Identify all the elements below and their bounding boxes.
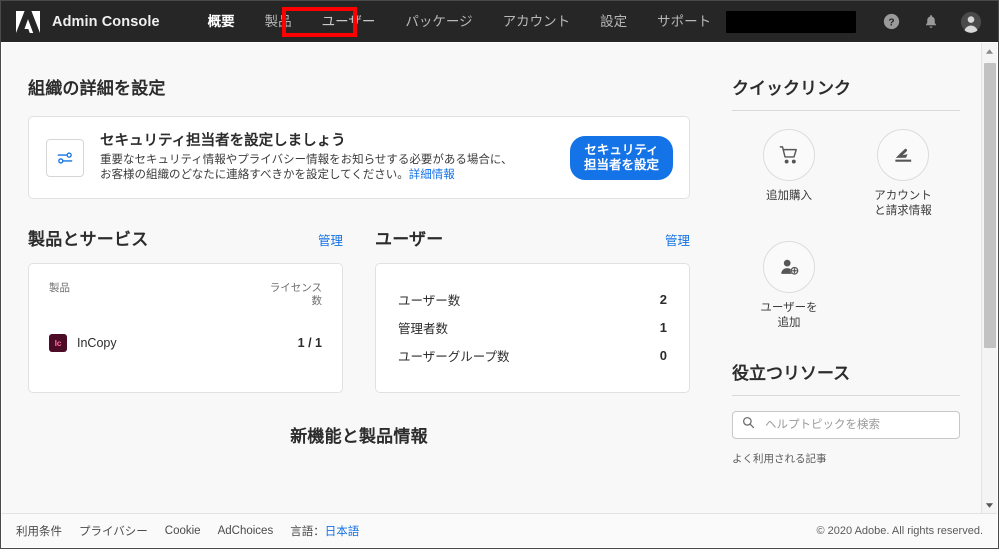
user-avatar-icon[interactable] bbox=[960, 11, 982, 33]
top-bar-icons: ? bbox=[880, 11, 982, 33]
list-item: ユーザーグループ数 0 bbox=[398, 341, 667, 369]
nav-item-account[interactable]: アカウント bbox=[488, 1, 586, 42]
resources-divider bbox=[732, 395, 960, 396]
news-heading: 新機能と製品情報 bbox=[290, 427, 428, 446]
footer-link-adchoices[interactable]: AdChoices bbox=[218, 525, 274, 537]
nav-item-support[interactable]: サポート bbox=[642, 1, 726, 42]
top-navigation-bar: Admin Console 概要 製品 ユーザー パッケージ アカウント 設定 … bbox=[1, 1, 998, 42]
security-card-body: 重要なセキュリティ情報やプライバシー情報をお知らせする必要がある場合に、 お客様… bbox=[100, 153, 556, 184]
users-manage-link[interactable]: 管理 bbox=[665, 230, 690, 249]
search-input[interactable] bbox=[763, 418, 950, 432]
settings-sliders-icon bbox=[46, 138, 84, 177]
scroll-down-arrow-icon[interactable] bbox=[982, 497, 997, 513]
quicklink-buy-more-label: 追加購入 bbox=[766, 190, 812, 202]
footer-link-cookie[interactable]: Cookie bbox=[165, 525, 201, 537]
user-groups-count-label: ユーザーグループ数 bbox=[398, 349, 510, 364]
quicklink-buy-more[interactable]: 追加購入 bbox=[732, 129, 846, 219]
shopping-cart-icon bbox=[763, 129, 815, 181]
nav-item-users[interactable]: ユーザー bbox=[307, 1, 391, 42]
products-heading: 製品とサービス bbox=[28, 230, 149, 249]
scroll-up-arrow-icon[interactable] bbox=[982, 43, 997, 59]
vertical-scrollbar[interactable] bbox=[981, 43, 997, 513]
products-col-product: 製品 bbox=[49, 282, 70, 294]
main-nav: 概要 製品 ユーザー パッケージ アカウント 設定 サポート bbox=[193, 1, 726, 42]
security-card-body-line1: 重要なセキュリティ情報やプライバシー情報をお知らせする必要がある場合に、 bbox=[100, 153, 513, 166]
setup-security-contact-button[interactable]: セキュリティ 担当者を設定 bbox=[569, 135, 673, 180]
quicklink-account-billing-label: アカウント と請求情報 bbox=[874, 190, 932, 217]
quicklinks-divider bbox=[732, 110, 960, 111]
news-section: 新機能と製品情報 bbox=[28, 422, 690, 447]
footer-link-privacy[interactable]: プライバシー bbox=[79, 523, 148, 539]
users-card: ユーザー数 2 管理者数 1 ユーザーグループ数 0 bbox=[375, 263, 690, 393]
nav-item-products[interactable]: 製品 bbox=[250, 1, 307, 42]
quicklink-account-billing[interactable]: アカウント と請求情報 bbox=[846, 129, 960, 219]
footer-link-terms[interactable]: 利用条件 bbox=[16, 523, 62, 539]
footer-language-value[interactable]: 日本語 bbox=[325, 526, 360, 538]
add-user-icon bbox=[763, 241, 815, 293]
footer-language-selector[interactable]: 言語：日本語 bbox=[290, 523, 359, 539]
scrollbar-thumb[interactable] bbox=[984, 63, 996, 348]
users-count-label: ユーザー数 bbox=[398, 293, 461, 308]
redacted-org-name bbox=[726, 10, 856, 33]
search-icon bbox=[742, 416, 755, 434]
users-section: ユーザー 管理 ユーザー数 2 管理者数 1 ユーザーグループ数 0 bbox=[375, 225, 690, 393]
svg-text:?: ? bbox=[888, 17, 894, 28]
product-name-cell: Ic InCopy bbox=[49, 334, 117, 352]
billing-card-icon bbox=[877, 129, 929, 181]
copyright-text: © 2020 Adobe. All rights reserved. bbox=[816, 524, 983, 537]
incopy-product-icon: Ic bbox=[49, 334, 67, 352]
nav-item-packages[interactable]: パッケージ bbox=[390, 1, 487, 42]
quicklink-add-user[interactable]: ユーザーを 追加 bbox=[732, 241, 846, 331]
page-content: 組織の詳細を設定 セキュリティ担当者を設定しましょう 重要なセキュリティ情報やプ… bbox=[2, 43, 997, 513]
admins-count-label: 管理者数 bbox=[398, 321, 449, 336]
setup-security-button-line1: セキュリティ bbox=[584, 142, 659, 157]
resources-heading: 役立つリソース bbox=[732, 364, 851, 383]
security-card-text: セキュリティ担当者を設定しましょう 重要なセキュリティ情報やプライバシー情報をお… bbox=[100, 132, 556, 184]
users-heading: ユーザー bbox=[375, 230, 444, 249]
footer-language-label: 言語： bbox=[290, 525, 325, 538]
products-col-licenses: ライセンス数 bbox=[269, 282, 322, 307]
page-footer: 利用条件 プライバシー Cookie AdChoices 言語：日本語 © 20… bbox=[2, 513, 997, 547]
product-license-count: 1 / 1 bbox=[297, 336, 322, 350]
org-details-heading: 組織の詳細を設定 bbox=[28, 79, 166, 98]
products-section: 製品とサービス 管理 製品 ライセンス数 Ic InCopy 1 / 1 bbox=[28, 225, 343, 393]
quicklinks-heading: クイックリンク bbox=[732, 79, 851, 98]
product-label: InCopy bbox=[77, 336, 117, 350]
security-contact-card: セキュリティ担当者を設定しましょう 重要なセキュリティ情報やプライバシー情報をお… bbox=[28, 116, 690, 199]
setup-security-button-line2: 担当者を設定 bbox=[583, 157, 659, 172]
footer-links: 利用条件 プライバシー Cookie AdChoices 言語：日本語 bbox=[16, 523, 359, 539]
adobe-logo-icon bbox=[15, 10, 41, 34]
list-item: 管理者数 1 bbox=[398, 313, 667, 341]
security-card-body-line2: お客様の組織のどなたに連絡すべきかを設定してください。 bbox=[100, 169, 409, 181]
learn-more-link[interactable]: 詳細情報 bbox=[409, 169, 455, 181]
main-column: 組織の詳細を設定 セキュリティ担当者を設定しましょう 重要なセキュリティ情報やプ… bbox=[28, 43, 690, 447]
user-groups-count-value: 0 bbox=[659, 347, 667, 363]
help-icon[interactable]: ? bbox=[880, 11, 902, 33]
notifications-bell-icon[interactable] bbox=[920, 11, 942, 33]
nav-item-settings[interactable]: 設定 bbox=[585, 1, 642, 42]
help-search-box[interactable] bbox=[732, 411, 960, 439]
quicklink-add-user-label: ユーザーを 追加 bbox=[760, 302, 818, 329]
list-item: ユーザー数 2 bbox=[398, 285, 667, 313]
popular-articles-label: よく利用される記事 bbox=[732, 453, 827, 465]
users-count-value: 2 bbox=[659, 291, 667, 307]
quicklinks-grid: 追加購入 アカウント と請求情報 ユーザーを 追加 bbox=[732, 129, 960, 353]
sidebar-column: クイックリンク 追加購入 アカウント と請求情報 ユーザーを 追加 役立つリソー… bbox=[732, 43, 960, 466]
products-manage-link[interactable]: 管理 bbox=[318, 230, 343, 249]
table-row[interactable]: Ic InCopy 1 / 1 bbox=[49, 334, 322, 352]
admins-count-value: 1 bbox=[659, 319, 667, 335]
security-card-title: セキュリティ担当者を設定しましょう bbox=[100, 132, 346, 149]
summary-cards-row: 製品とサービス 管理 製品 ライセンス数 Ic InCopy 1 / 1 ユーザ… bbox=[28, 225, 690, 393]
admin-console-window: Admin Console 概要 製品 ユーザー パッケージ アカウント 設定 … bbox=[0, 0, 999, 549]
app-title: Admin Console bbox=[52, 13, 160, 30]
products-table-header: 製品 ライセンス数 bbox=[49, 282, 322, 308]
nav-item-overview[interactable]: 概要 bbox=[193, 1, 250, 42]
products-card: 製品 ライセンス数 Ic InCopy 1 / 1 bbox=[28, 263, 343, 393]
